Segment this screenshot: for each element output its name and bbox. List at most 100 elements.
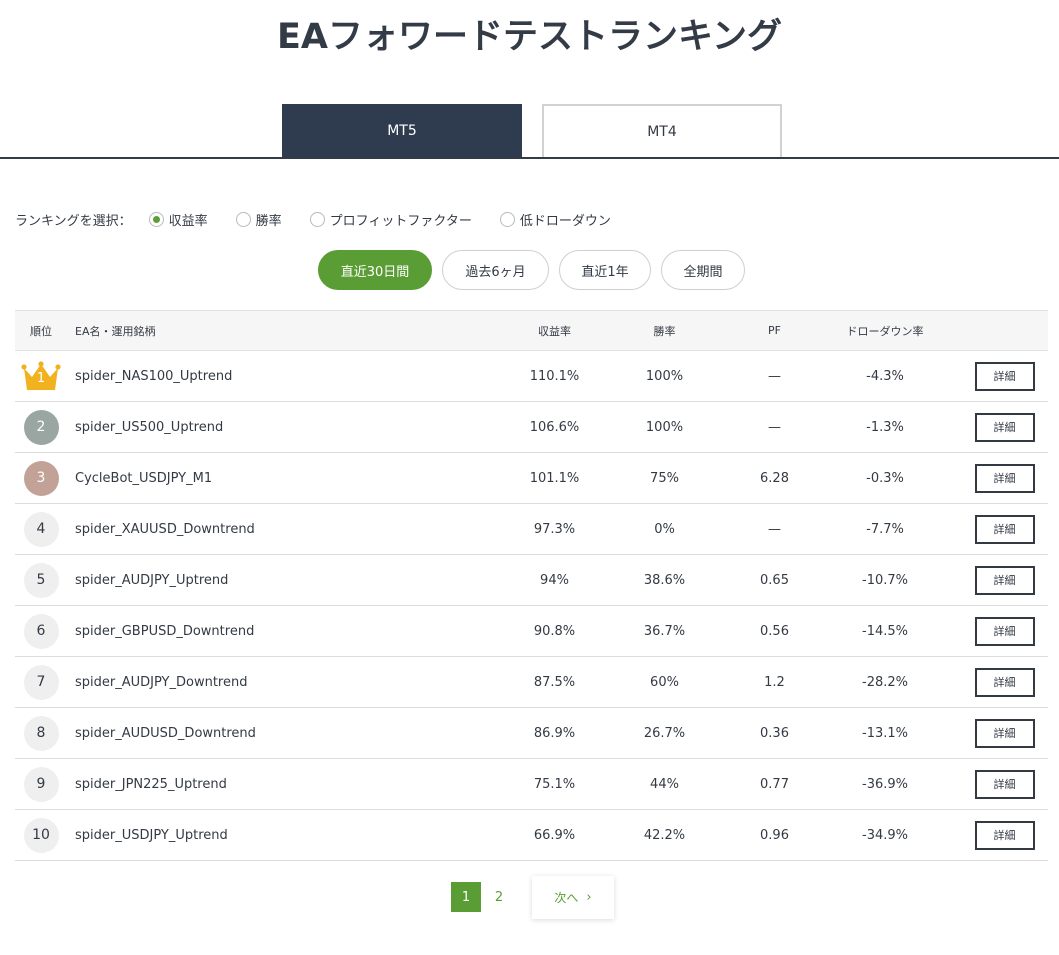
action-cell: 詳細 (941, 708, 1048, 759)
tab-mt4[interactable]: MT4 (542, 104, 782, 157)
header-pf: PF (720, 310, 829, 351)
action-cell: 詳細 (941, 351, 1048, 402)
rank-badge: 3 (23, 460, 59, 496)
pagination: 1 2 次へ › (0, 876, 1059, 920)
return-rate-cell: 87.5% (533, 674, 576, 690)
header-action (941, 310, 1048, 351)
action-cell: 詳細 (941, 759, 1048, 810)
header-drawdown: ドローダウン率 (829, 310, 941, 351)
return-rate-cell: 110.1% (529, 368, 580, 384)
table-row: 4 spider_XAUUSD_Downtrend 97.3% 0% — -7.7% 詳細 (15, 504, 1048, 555)
win-rate-cell: 26.7% (643, 725, 686, 741)
detail-button[interactable]: 詳細 (974, 769, 1035, 799)
tab-mt5[interactable]: MT5 (282, 104, 522, 157)
table-header-row: 順位 EA名・運用銘柄 収益率 勝率 PF ドローダウン率 (15, 310, 1048, 351)
rank-cell: 6 (15, 606, 67, 657)
chevron-right-icon: › (586, 890, 592, 905)
period-filter: 直近30日間 過去6ヶ月 直近1年 全期間 (0, 250, 1059, 290)
rank-badge: 5 (23, 562, 59, 598)
header-ea-name: EA名・運用銘柄 (67, 310, 500, 351)
ea-name-cell: spider_NAS100_Uptrend (75, 368, 233, 384)
period-last-30-days[interactable]: 直近30日間 (318, 250, 432, 290)
pf-cell: 0.56 (760, 623, 789, 639)
radio-button-checked[interactable] (148, 211, 164, 227)
win-rate-cell: 100% (645, 419, 684, 435)
return-rate-cell: 97.3% (533, 521, 576, 537)
radio-profit-factor[interactable]: プロフィットファクター (309, 210, 472, 229)
radio-return-rate[interactable]: 収益率 (148, 210, 208, 229)
action-cell: 詳細 (941, 453, 1048, 504)
ea-name-cell: spider_XAUUSD_Downtrend (75, 521, 255, 537)
detail-button[interactable]: 詳細 (974, 412, 1035, 442)
drawdown-cell: -1.3% (866, 419, 904, 435)
rank-cell: 5 (15, 555, 67, 606)
action-cell: 詳細 (941, 810, 1048, 861)
radio-win-rate[interactable]: 勝率 (235, 210, 282, 229)
ea-name-cell: spider_GBPUSD_Downtrend (75, 623, 255, 639)
return-rate-cell: 101.1% (529, 470, 580, 486)
radio-button[interactable] (235, 211, 251, 227)
detail-button[interactable]: 詳細 (974, 616, 1035, 646)
rank-cell: 10 (15, 810, 67, 861)
drawdown-cell: -0.3% (866, 470, 904, 486)
radio-low-drawdown[interactable]: 低ドローダウン (499, 210, 611, 229)
win-rate-cell: 0% (654, 521, 675, 537)
rank-cell: 8 (15, 708, 67, 759)
pf-cell: 0.77 (760, 776, 789, 792)
drawdown-cell: -10.7% (862, 572, 908, 588)
radio-label: 低ドローダウン (519, 213, 611, 229)
detail-button[interactable]: 詳細 (974, 718, 1035, 748)
detail-button[interactable]: 詳細 (974, 463, 1035, 493)
next-page-button[interactable]: 次へ › (532, 876, 614, 919)
radio-button[interactable] (499, 211, 515, 227)
header-rank: 順位 (15, 310, 67, 351)
radio-button[interactable] (309, 211, 325, 227)
action-cell: 詳細 (941, 402, 1048, 453)
pf-cell: 1.2 (764, 674, 785, 690)
win-rate-cell: 42.2% (643, 827, 686, 843)
radio-label: 勝率 (255, 213, 282, 229)
return-rate-cell: 90.8% (533, 623, 576, 639)
rank-cell: 1 (15, 351, 67, 402)
detail-button[interactable]: 詳細 (974, 820, 1035, 850)
action-cell: 詳細 (941, 504, 1048, 555)
drawdown-cell: -34.9% (862, 827, 908, 843)
period-all-time[interactable]: 全期間 (661, 250, 745, 290)
table-row: 9 spider_JPN225_Uptrend 75.1% 44% 0.77 -36.9%… (15, 759, 1048, 810)
rank-cell: 2 (15, 402, 67, 453)
table-row: 1 spider_NAS100_Uptrend 110.1% 100% — -4.3% 詳細 (15, 351, 1048, 402)
drawdown-cell: -7.7% (866, 521, 904, 537)
detail-button[interactable]: 詳細 (974, 361, 1035, 391)
rank-cell: 7 (15, 657, 67, 708)
drawdown-cell: -14.5% (862, 623, 908, 639)
return-rate-cell: 86.9% (533, 725, 576, 741)
page-2-button[interactable]: 2 (484, 882, 514, 912)
period-last-1-year[interactable]: 直近1年 (559, 250, 651, 290)
page-1-button[interactable]: 1 (451, 882, 481, 912)
detail-button[interactable]: 詳細 (974, 514, 1035, 544)
ea-name-cell: CycleBot_USDJPY_M1 (75, 470, 213, 486)
ea-name-cell: spider_AUDUSD_Downtrend (75, 725, 256, 741)
win-rate-cell: 36.7% (643, 623, 686, 639)
rank-badge: 2 (23, 409, 59, 445)
ranking-selector-label: ランキングを選択： (15, 213, 132, 229)
drawdown-cell: -13.1% (862, 725, 908, 741)
radio-label: プロフィットファクター (329, 213, 472, 229)
rank-badge: 7 (23, 664, 59, 700)
drawdown-cell: -4.3% (866, 368, 904, 384)
detail-button[interactable]: 詳細 (974, 667, 1035, 697)
table-row: 7 spider_AUDJPY_Downtrend 87.5% 60% 1.2 -28.2… (15, 657, 1048, 708)
period-past-6-months[interactable]: 過去6ヶ月 (442, 250, 549, 290)
drawdown-cell: -36.9% (862, 776, 908, 792)
ea-name-cell: spider_AUDJPY_Uptrend (75, 572, 229, 588)
table-row: 8 spider_AUDUSD_Downtrend 86.9% 26.7% 0.36 -1… (15, 708, 1048, 759)
ea-name-cell: spider_USDJPY_Uptrend (75, 827, 228, 843)
return-rate-cell: 66.9% (533, 827, 576, 843)
ea-name-cell: spider_JPN225_Uptrend (75, 776, 227, 792)
return-rate-cell: 106.6% (529, 419, 580, 435)
action-cell: 詳細 (941, 657, 1048, 708)
detail-button[interactable]: 詳細 (974, 565, 1035, 595)
rank-badge: 6 (23, 613, 59, 649)
win-rate-cell: 44% (650, 776, 679, 792)
return-rate-cell: 75.1% (533, 776, 576, 792)
